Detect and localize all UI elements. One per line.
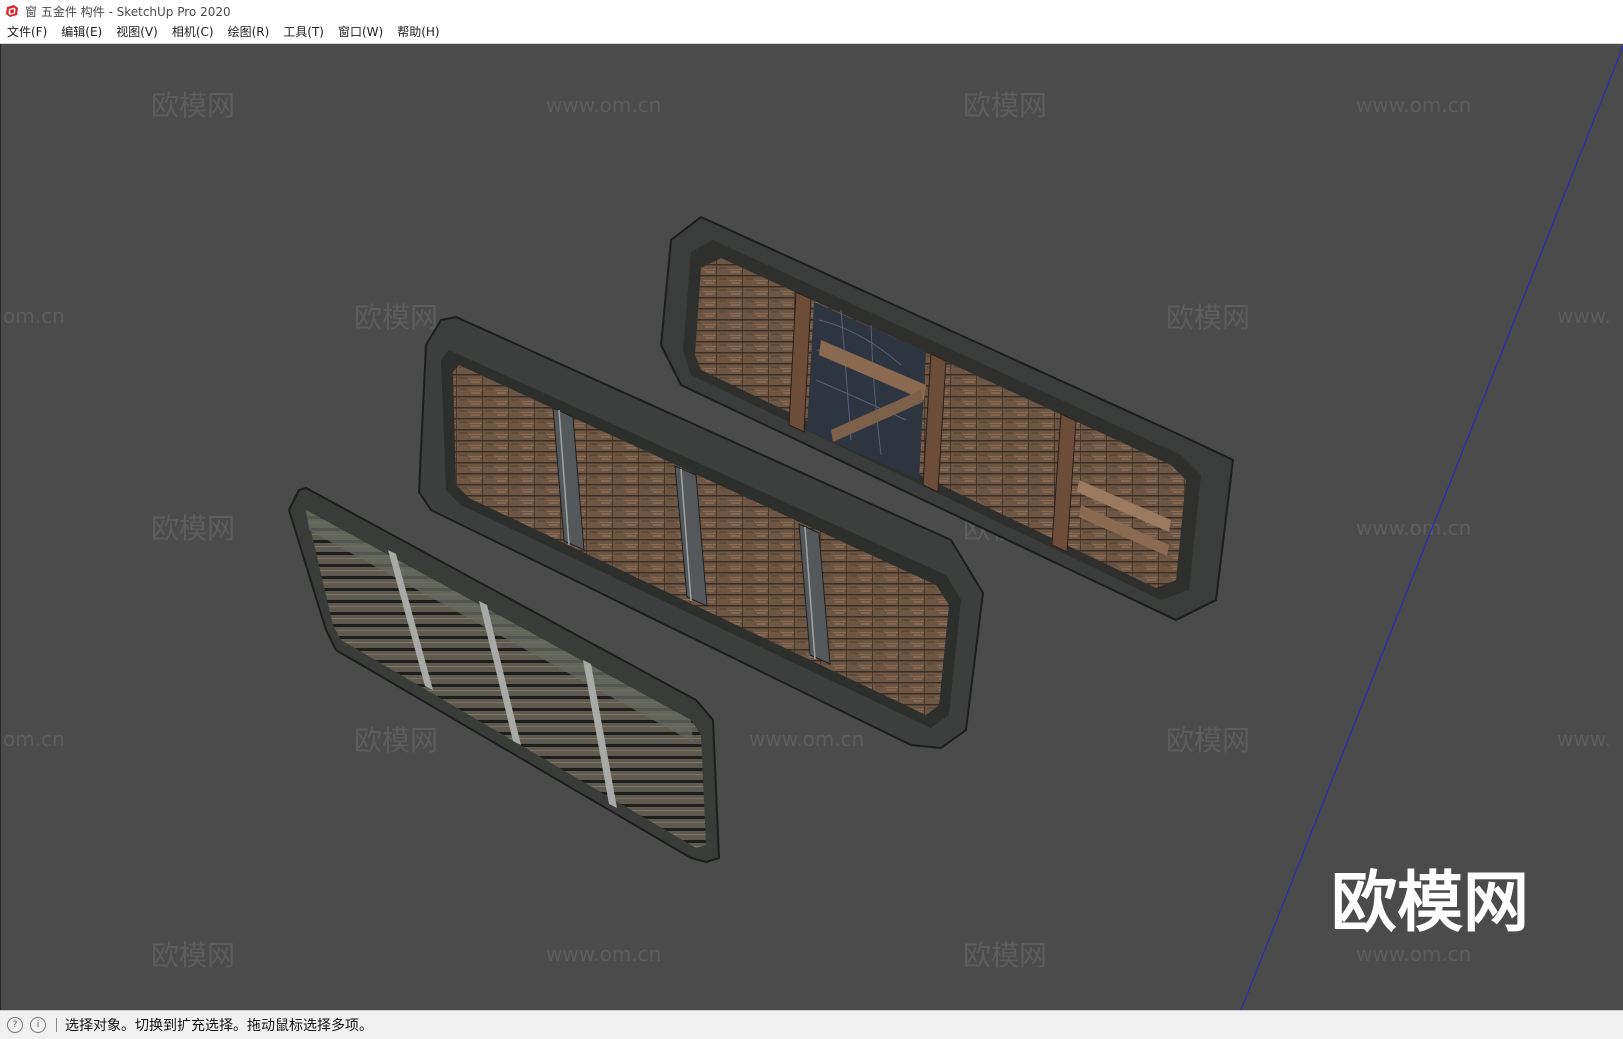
watermark-url: www.om.cn [749,727,864,751]
status-separator [56,1018,57,1032]
menu-window[interactable]: 窗口(W) [331,22,390,43]
menu-edit[interactable]: 编辑(E) [54,22,109,43]
watermark-brand: 欧模网 [354,724,438,757]
watermark-brand: 欧模网 [354,301,438,334]
menu-file[interactable]: 文件(F) [0,22,54,43]
watermark-url: www.om.cn [1356,516,1471,540]
watermark-url: www.om.cn [1356,93,1471,117]
watermark-brand: 欧模网 [963,89,1047,122]
menu-bar: 文件(F) 编辑(E) 视图(V) 相机(C) 绘图(R) 工具(T) 窗口(W… [0,22,1623,44]
watermark-brand-large: 欧模网 [1331,864,1529,941]
watermark-url-partial: www. [1557,304,1611,328]
menu-help[interactable]: 帮助(H) [390,22,446,43]
watermark-brand: 欧模网 [151,512,235,545]
watermark-brand: 欧模网 [963,939,1047,972]
watermark-brand: 欧模网 [151,939,235,972]
watermark-url-partial: www. [1557,727,1611,751]
watermark-brand: 欧模网 [1166,301,1250,334]
title-bar: 窗 五金件 构件 - SketchUp Pro 2020 [0,0,1623,22]
viewport-canvas[interactable]: 欧模网 www.om.cn 欧模网 www.om.cn om.cn 欧模网 欧模… [1,44,1623,1010]
watermark-brand: 欧模网 [151,89,235,122]
menu-tools[interactable]: 工具(T) [276,22,331,43]
watermark-url-partial: om.cn [3,304,65,328]
status-bar: ? i 选择对象。切换到扩充选择。拖动鼠标选择多项。 [0,1010,1623,1039]
model-viewport[interactable]: 欧模网 www.om.cn 欧模网 www.om.cn om.cn 欧模网 欧模… [0,44,1623,1010]
menu-draw[interactable]: 绘图(R) [221,22,277,43]
status-message: 选择对象。切换到扩充选择。拖动鼠标选择多项。 [65,1018,373,1034]
watermark-url-partial: om.cn [3,727,65,751]
watermark-url: www.om.cn [546,942,661,966]
watermark-brand: 欧模网 [1166,724,1250,757]
geo-location-icon[interactable]: ? [7,1017,23,1033]
info-icon[interactable]: i [30,1017,46,1033]
watermark-url: www.om.cn [546,93,661,117]
sketchup-logo-icon [6,5,18,17]
watermark-url: www.om.cn [1356,942,1471,966]
menu-camera[interactable]: 相机(C) [165,22,221,43]
window-title: 窗 五金件 构件 - SketchUp Pro 2020 [25,4,231,19]
menu-view[interactable]: 视图(V) [109,22,165,43]
